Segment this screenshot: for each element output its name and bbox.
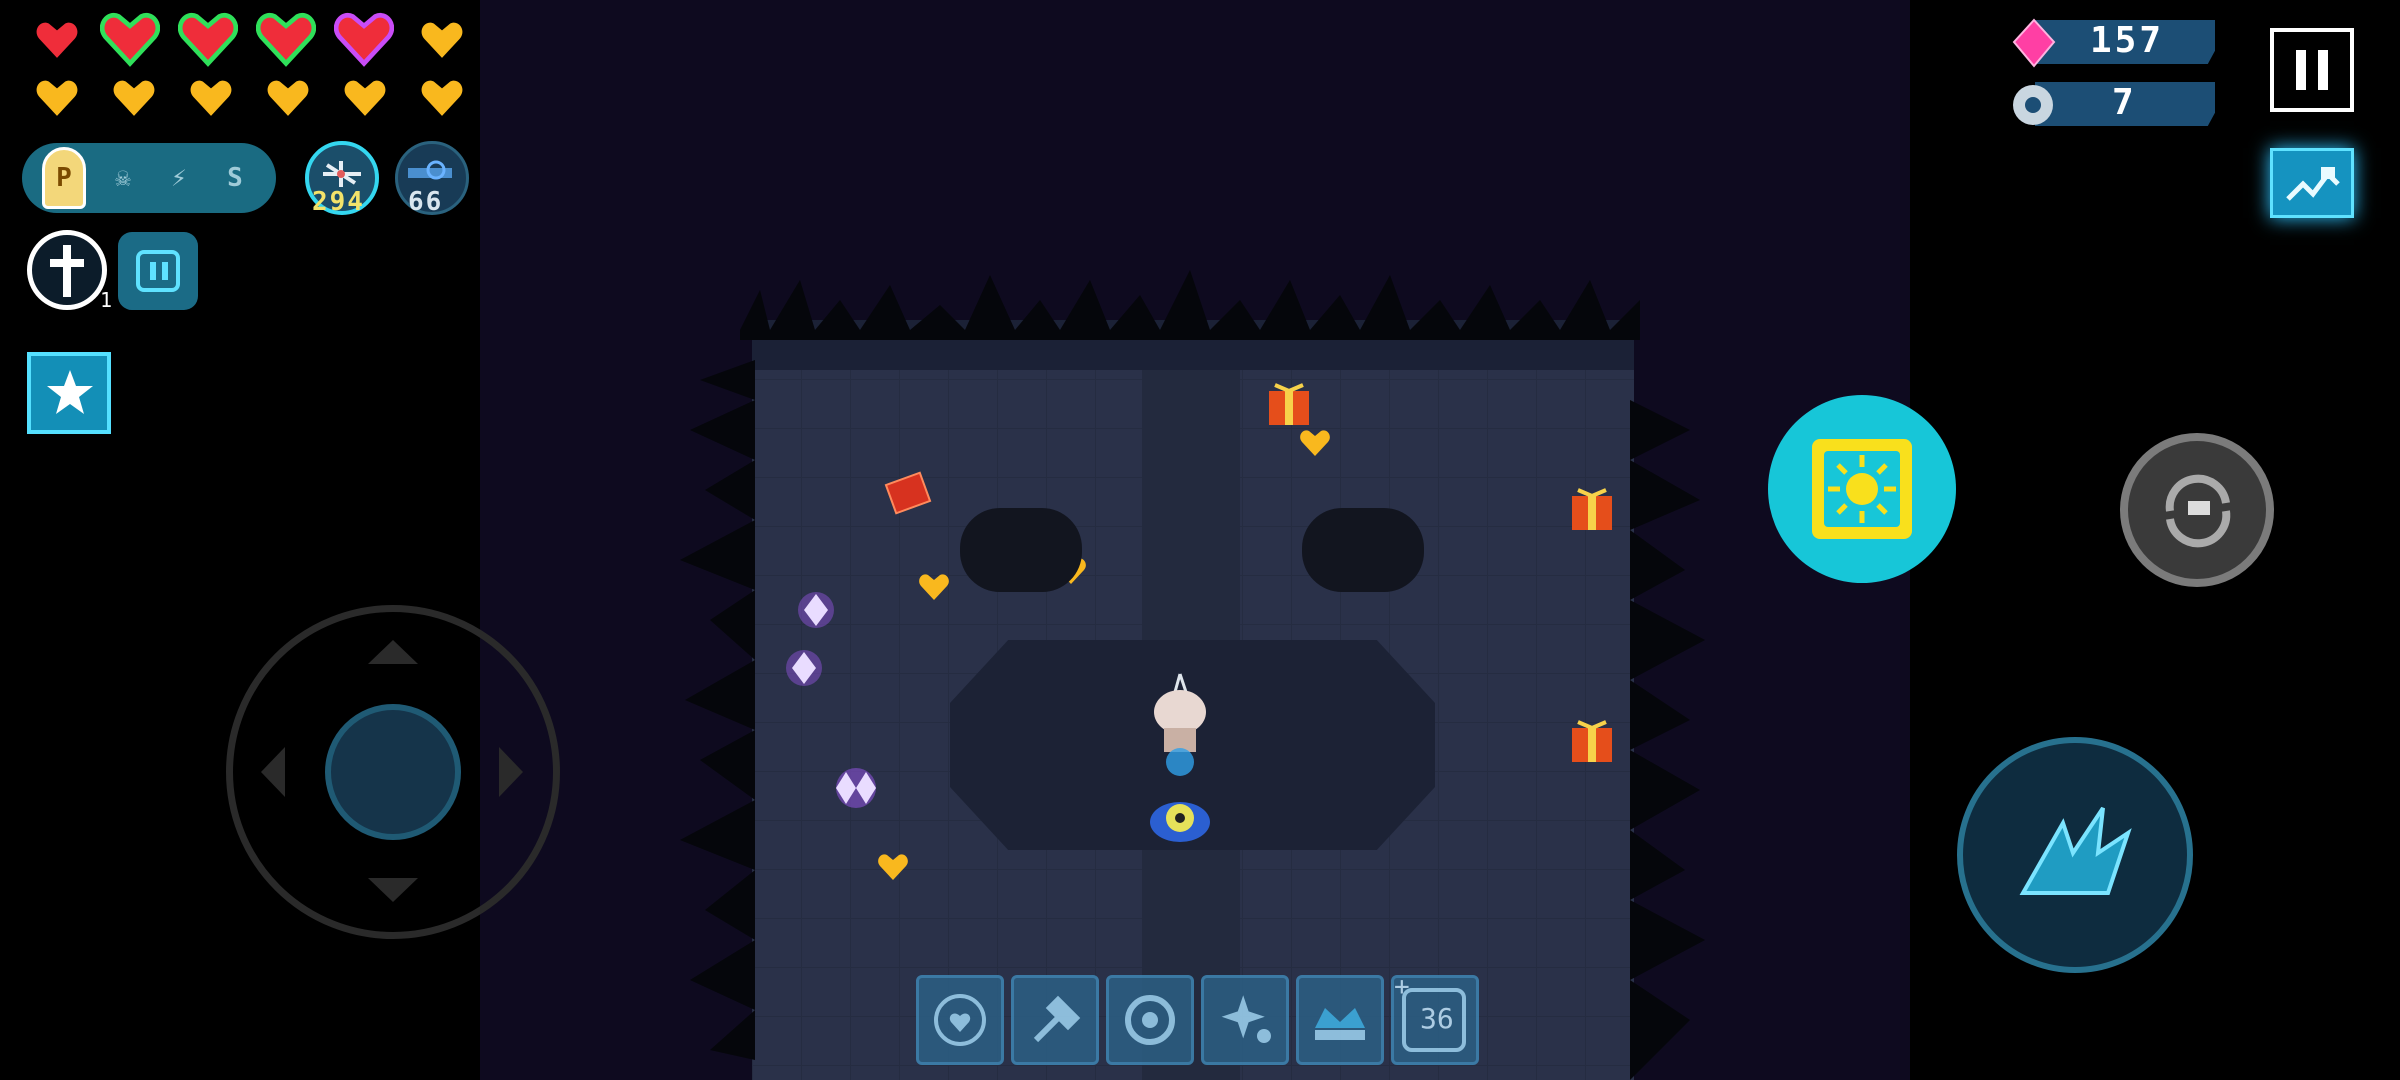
sun-skill-icon <box>1812 439 1912 539</box>
crossbow-weapon-icon <box>323 161 361 187</box>
purple-outlined-heart-icon <box>333 10 395 68</box>
primary-ammo-count: 294 <box>312 187 365 217</box>
joystick-up-arrow <box>368 640 418 664</box>
red-heart-icon <box>35 18 79 62</box>
gold-heart-pickup-icon[interactable] <box>1298 428 1332 458</box>
hotbar-slot-3[interactable] <box>1106 975 1194 1065</box>
joystick-knob[interactable] <box>325 704 461 840</box>
gem-count: 157 <box>2090 20 2165 61</box>
gold-heart-pickup-icon[interactable] <box>876 852 910 882</box>
buff-pause-button[interactable] <box>118 232 198 310</box>
gift-box-icon[interactable] <box>1265 375 1313 427</box>
crystal-enemy-icon[interactable] <box>784 648 824 688</box>
weapon-swap-icon <box>2165 474 2231 548</box>
grass-wall-top <box>740 270 1640 340</box>
hotbar-slot-6[interactable]: 36 + <box>1391 972 1479 1065</box>
bullet-p-buff-icon: P <box>42 147 86 209</box>
gift-box-icon[interactable] <box>1568 712 1616 764</box>
crystal-enemy-icon[interactable] <box>796 590 836 630</box>
gear-part-icon <box>2013 85 2053 125</box>
minimap-button[interactable] <box>2270 148 2354 218</box>
red-card-item-icon[interactable] <box>880 470 940 520</box>
star-icon <box>47 370 93 414</box>
hotbar-slot-5[interactable] <box>1296 975 1384 1065</box>
minimap-icon <box>2286 167 2340 201</box>
pause-icon <box>2296 50 2306 90</box>
gold-heart-icon <box>112 76 156 120</box>
green-outlined-heart-icon <box>99 10 161 68</box>
s-buff-icon: S <box>227 163 243 193</box>
cross-item-count: 1 <box>100 288 113 312</box>
green-outlined-heart-icon <box>255 10 317 68</box>
green-outlined-heart-icon <box>177 10 239 68</box>
secondary-ammo-count: 66 <box>408 187 444 217</box>
grass-wall-right <box>1630 400 1705 1080</box>
gear-ring-icon <box>1125 995 1175 1045</box>
gift-box-icon[interactable] <box>1568 480 1616 532</box>
weapon-swap-button[interactable] <box>2120 433 2274 587</box>
pause-button[interactable] <box>2270 28 2354 112</box>
cross-icon <box>50 245 84 297</box>
bush <box>960 508 1082 592</box>
joystick-down-arrow <box>368 878 418 902</box>
crown-fountain-icon <box>1315 1008 1365 1040</box>
skull-buff-icon: ☠ <box>115 163 131 193</box>
pause-toggle-icon <box>136 250 180 292</box>
bush <box>1302 508 1424 592</box>
sparkle-icon <box>1221 995 1271 1043</box>
joystick-left-arrow <box>261 747 285 797</box>
grass-wall-left <box>680 360 755 1060</box>
cross-item-button[interactable] <box>27 230 107 310</box>
gold-heart-icon <box>189 76 233 120</box>
gold-heart-pickup-icon[interactable] <box>917 572 951 602</box>
heart-shield-icon <box>934 994 986 1046</box>
hotbar-slot-4[interactable] <box>1201 975 1289 1065</box>
player-character <box>1150 673 1210 842</box>
attack-button[interactable] <box>1957 737 2193 973</box>
hammer-icon <box>1033 995 1081 1043</box>
crystal-enemy-icon[interactable] <box>826 768 886 808</box>
blaster-weapon-icon <box>408 160 452 180</box>
pink-gem-icon <box>2012 18 2056 68</box>
hotbar-slot-2[interactable] <box>1011 975 1099 1065</box>
gold-heart-icon <box>35 76 79 120</box>
lightning-buff-icon: ⚡ <box>171 163 187 193</box>
claw-attack-icon <box>2019 806 2132 895</box>
buff-panel: P ☠ ⚡ S <box>22 143 276 213</box>
sun-skill-button[interactable] <box>1768 395 1956 583</box>
star-skill-button[interactable] <box>27 352 111 434</box>
joystick-right-arrow <box>499 747 523 797</box>
hotbar-slot-1[interactable] <box>916 975 1004 1065</box>
hotbar-slot-6-label: 36 <box>1420 1002 1454 1035</box>
gold-heart-icon <box>420 18 464 62</box>
gold-heart-icon <box>343 76 387 120</box>
gold-heart-icon <box>266 76 310 120</box>
parts-count: 7 <box>2112 82 2137 123</box>
gold-heart-icon <box>420 76 464 120</box>
